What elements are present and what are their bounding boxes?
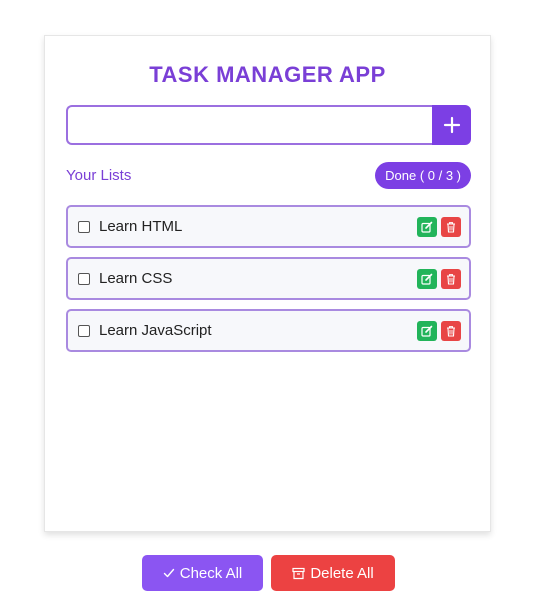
task-checkbox[interactable] [78,220,90,233]
check-icon [163,567,175,579]
plus-icon [443,116,460,134]
task-item: Learn HTML [66,205,471,248]
bulk-actions: Check All Delete All [142,555,395,591]
task-manager-card: TASK MANAGER APP Your Lists Done ( 0 / 3… [44,35,491,532]
delete-button[interactable] [441,320,461,341]
list-header: Your Lists Done ( 0 / 3 ) [66,161,471,189]
your-lists-label: Your Lists [66,166,132,184]
task-list: Learn HTML Learn CSS Learn JavaScript [66,205,471,361]
delete-button[interactable] [441,216,461,237]
archive-icon [292,567,305,580]
edit-button[interactable] [417,216,437,237]
task-item: Learn JavaScript [66,309,471,352]
task-label: Learn JavaScript [99,322,212,339]
done-count-badge: Done ( 0 / 3 ) [375,161,471,189]
add-task-button[interactable] [432,105,471,145]
trash-icon [447,273,455,285]
delete-all-button[interactable]: Delete All [271,555,395,591]
task-label: Learn HTML [99,218,183,235]
edit-icon [421,273,433,285]
app-title: TASK MANAGER APP [149,62,386,87]
task-label: Learn CSS [99,270,173,287]
check-all-button[interactable]: Check All [142,555,263,591]
add-task-row [66,105,471,145]
task-input[interactable] [66,105,432,145]
check-all-label: Check All [179,564,243,582]
delete-button[interactable] [441,268,461,289]
edit-button[interactable] [417,268,437,289]
task-checkbox[interactable] [78,324,90,337]
task-checkbox[interactable] [78,272,90,285]
edit-button[interactable] [417,320,437,341]
trash-icon [447,221,455,233]
edit-icon [421,221,433,233]
edit-icon [421,325,433,337]
delete-all-label: Delete All [310,564,374,582]
task-item: Learn CSS [66,257,471,300]
trash-icon [447,325,455,337]
